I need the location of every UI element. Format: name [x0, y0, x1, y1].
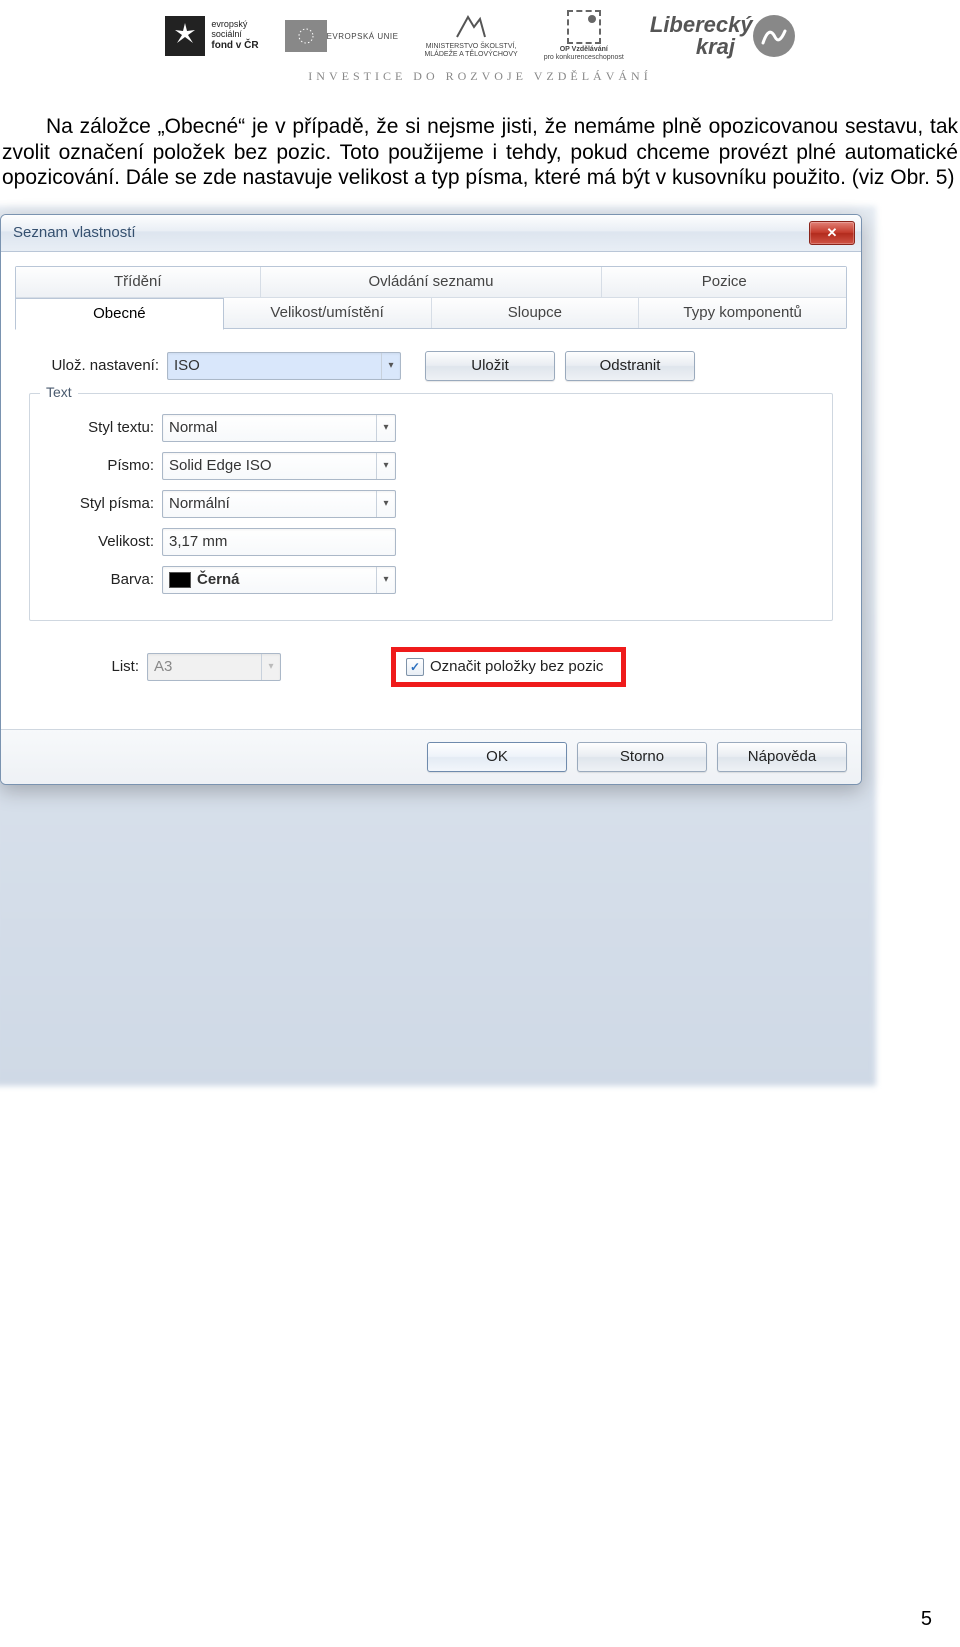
tabs-row-2: Obecné Velikost/umístění Sloupce Typy ko…	[16, 297, 846, 328]
logo-eu: EVROPSKÁ UNIE	[285, 20, 399, 52]
tab-obecne[interactable]: Obecné	[15, 298, 224, 330]
chevron-down-icon: ▾	[261, 654, 280, 680]
opvk-icon	[567, 10, 601, 44]
page-number: 5	[921, 1608, 932, 1631]
liberecky-line2: kraj	[696, 34, 735, 59]
esf-line2: sociální	[211, 29, 242, 39]
styl-pisma-combo[interactable]: Normální ▾	[162, 490, 396, 518]
pismo-value: Solid Edge ISO	[169, 457, 376, 474]
tabs: Třídění Ovládání seznamu Pozice Obecné V…	[15, 266, 847, 329]
styl-textu-combo[interactable]: Normal ▾	[162, 414, 396, 442]
tab-typy-komponentu[interactable]: Typy komponentů	[639, 298, 846, 328]
tab-trideni[interactable]: Třídění	[16, 267, 261, 297]
velikost-value: 3,17 mm	[169, 533, 227, 550]
dialog-screenshot: Seznam vlastností ✕ Třídění Ovládání sez…	[0, 214, 870, 785]
mark-items-label: Označit položky bez pozic	[430, 658, 603, 675]
esf-flag-icon	[165, 16, 205, 56]
highlight-mark-items: ✓ Označit položky bez pozic	[391, 647, 626, 687]
chevron-down-icon: ▾	[376, 567, 395, 593]
velikost-input[interactable]: 3,17 mm	[162, 528, 396, 556]
mark-items-checkbox[interactable]: ✓	[406, 658, 424, 676]
row-barva: Barva: Černá ▾	[44, 566, 818, 594]
logo-msmt: MINISTERSTVO ŠKOLSTVÍ, MLÁDEŽE A TĚLOVÝC…	[424, 13, 517, 58]
investice-tagline: INVESTICE DO ROZVOJE VZDĚLÁVÁNÍ	[0, 69, 960, 84]
styl-pisma-value: Normální	[169, 495, 376, 512]
opvk-line1: OP Vzdělávání	[560, 46, 608, 54]
tab-pozice[interactable]: Pozice	[602, 267, 846, 297]
body-paragraph: Na záložce „Obecné“ je v případě, že si …	[0, 84, 960, 190]
logo-esf: evropský sociální fond v ČR	[165, 16, 258, 56]
logo-opvk: OP Vzdělávání pro konkurenceschopnost	[544, 10, 624, 61]
odstranit-button[interactable]: Odstranit	[565, 351, 695, 381]
fieldset-text: Text Styl textu: Normal ▾ Písmo: Solid	[29, 393, 833, 621]
close-icon: ✕	[827, 225, 838, 241]
eu-label: EVROPSKÁ UNIE	[327, 32, 399, 41]
chevron-down-icon: ▾	[376, 453, 395, 479]
esf-text: evropský sociální fond v ČR	[211, 20, 258, 51]
dialog-footer: OK Storno Nápověda	[1, 729, 861, 784]
row-styl-textu: Styl textu: Normal ▾	[44, 414, 818, 442]
barva-combo[interactable]: Černá ▾	[162, 566, 396, 594]
esf-line1: evropský	[211, 19, 247, 29]
msmt-icon	[454, 13, 488, 41]
storno-button[interactable]: Storno	[577, 742, 707, 772]
ok-button[interactable]: OK	[427, 742, 567, 772]
pismo-label: Písmo:	[44, 457, 162, 474]
color-chip-black	[169, 572, 191, 588]
list-combo: A3 ▾	[147, 653, 281, 681]
tab-ovladani-seznamu[interactable]: Ovládání seznamu	[261, 267, 603, 297]
row-list: List: A3 ▾ ✓ Označit položky bez pozic	[29, 647, 833, 687]
list-value: A3	[154, 658, 261, 675]
row-velikost: Velikost: 3,17 mm	[44, 528, 818, 556]
opvk-line2: pro konkurenceschopnost	[544, 54, 624, 62]
form-area: Ulož. nastavení: ISO ▾ Uložit Odstranit …	[15, 329, 847, 711]
uloz-nastaveni-label: Ulož. nastavení:	[29, 357, 167, 374]
uloz-nastaveni-value: ISO	[174, 357, 381, 374]
barva-value: Černá	[197, 571, 376, 588]
esf-line3: fond v ČR	[211, 40, 258, 51]
styl-textu-label: Styl textu:	[44, 419, 162, 436]
liberecky-emblem-icon	[753, 15, 795, 57]
dialog-title: Seznam vlastností	[13, 224, 136, 241]
napoveda-button[interactable]: Nápověda	[717, 742, 847, 772]
chevron-down-icon: ▾	[376, 491, 395, 517]
header-logos: evropský sociální fond v ČR EVROPSKÁ UNI…	[0, 10, 960, 61]
uloz-nastaveni-combo[interactable]: ISO ▾	[167, 352, 401, 380]
row-uloz-nastaveni: Ulož. nastavení: ISO ▾ Uložit Odstranit	[29, 351, 833, 381]
tab-velikost-umisteni[interactable]: Velikost/umístění	[224, 298, 432, 328]
dialog-window: Seznam vlastností ✕ Třídění Ovládání sez…	[0, 214, 862, 785]
styl-textu-value: Normal	[169, 419, 376, 436]
close-button[interactable]: ✕	[809, 221, 855, 245]
dialog-body: Třídění Ovládání seznamu Pozice Obecné V…	[1, 252, 861, 729]
chevron-down-icon: ▾	[381, 353, 400, 379]
styl-pisma-label: Styl písma:	[44, 495, 162, 512]
chevron-down-icon: ▾	[376, 415, 395, 441]
tabs-row-1: Třídění Ovládání seznamu Pozice	[16, 267, 846, 297]
barva-label: Barva:	[44, 571, 162, 588]
eu-flag-icon	[285, 20, 327, 52]
list-label: List:	[29, 658, 147, 675]
paragraph-text: Na záložce „Obecné“ je v případě, že si …	[2, 114, 958, 190]
dialog-titlebar: Seznam vlastností ✕	[1, 215, 861, 252]
ulozit-button[interactable]: Uložit	[425, 351, 555, 381]
row-pismo: Písmo: Solid Edge ISO ▾	[44, 452, 818, 480]
logo-liberecky: Liberecký kraj	[650, 12, 795, 60]
row-styl-pisma: Styl písma: Normální ▾	[44, 490, 818, 518]
velikost-label: Velikost:	[44, 533, 162, 550]
tab-sloupce[interactable]: Sloupce	[432, 298, 640, 328]
pismo-combo[interactable]: Solid Edge ISO ▾	[162, 452, 396, 480]
msmt-line2: MLÁDEŽE A TĚLOVÝCHOVY	[424, 51, 517, 59]
msmt-line1: MINISTERSTVO ŠKOLSTVÍ,	[426, 43, 517, 51]
fieldset-text-legend: Text	[40, 384, 78, 400]
